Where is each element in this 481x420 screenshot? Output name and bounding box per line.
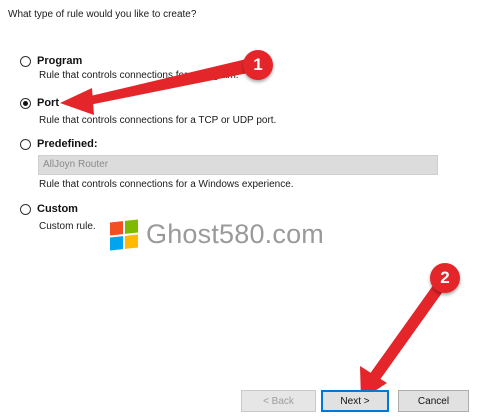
arrow-1-icon [82,57,263,106]
annotation-arrows [60,57,444,400]
annotation-badge-2: 2 [430,263,460,293]
arrow-1-head-icon [60,88,94,115]
arrow-2-icon [369,284,444,381]
back-button[interactable]: < Back [241,390,316,412]
next-button[interactable]: Next > [321,390,389,412]
cancel-button[interactable]: Cancel [398,390,469,412]
annotation-badge-1: 1 [243,50,273,80]
